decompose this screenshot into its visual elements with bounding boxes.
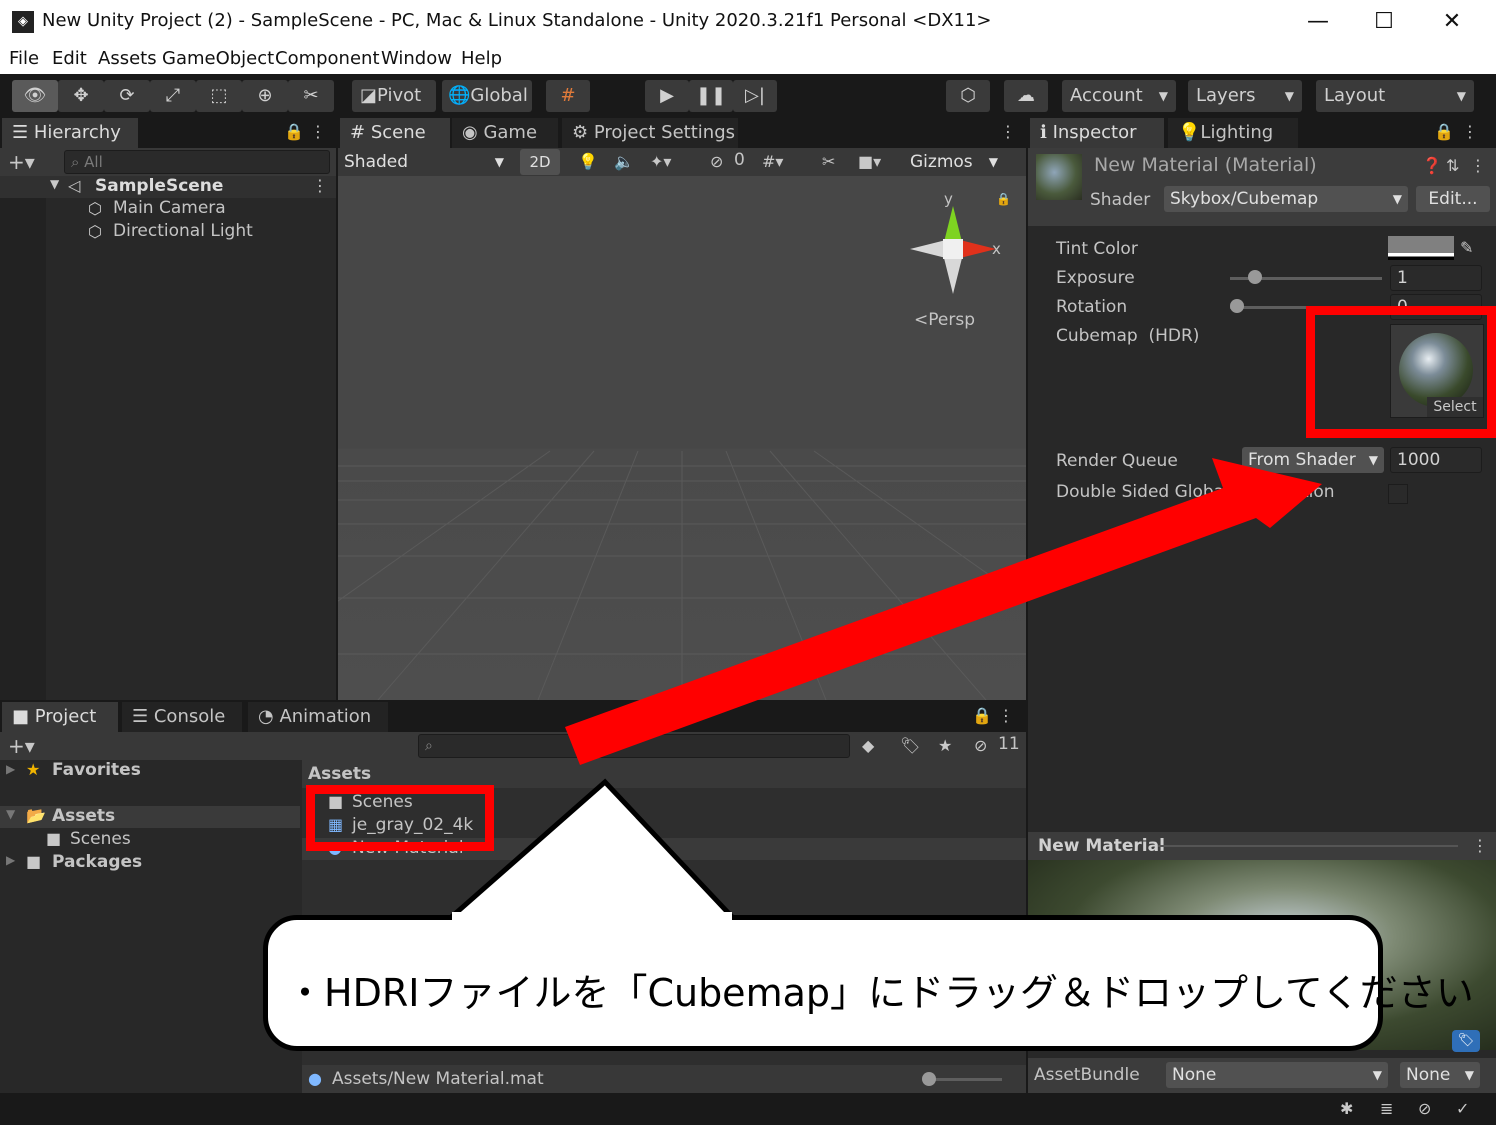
callout-text: ・HDRIファイルを「Cubemap」にドラッグ＆ドロップしてください [286, 971, 1474, 1015]
callout-pointer-cover [452, 912, 732, 924]
